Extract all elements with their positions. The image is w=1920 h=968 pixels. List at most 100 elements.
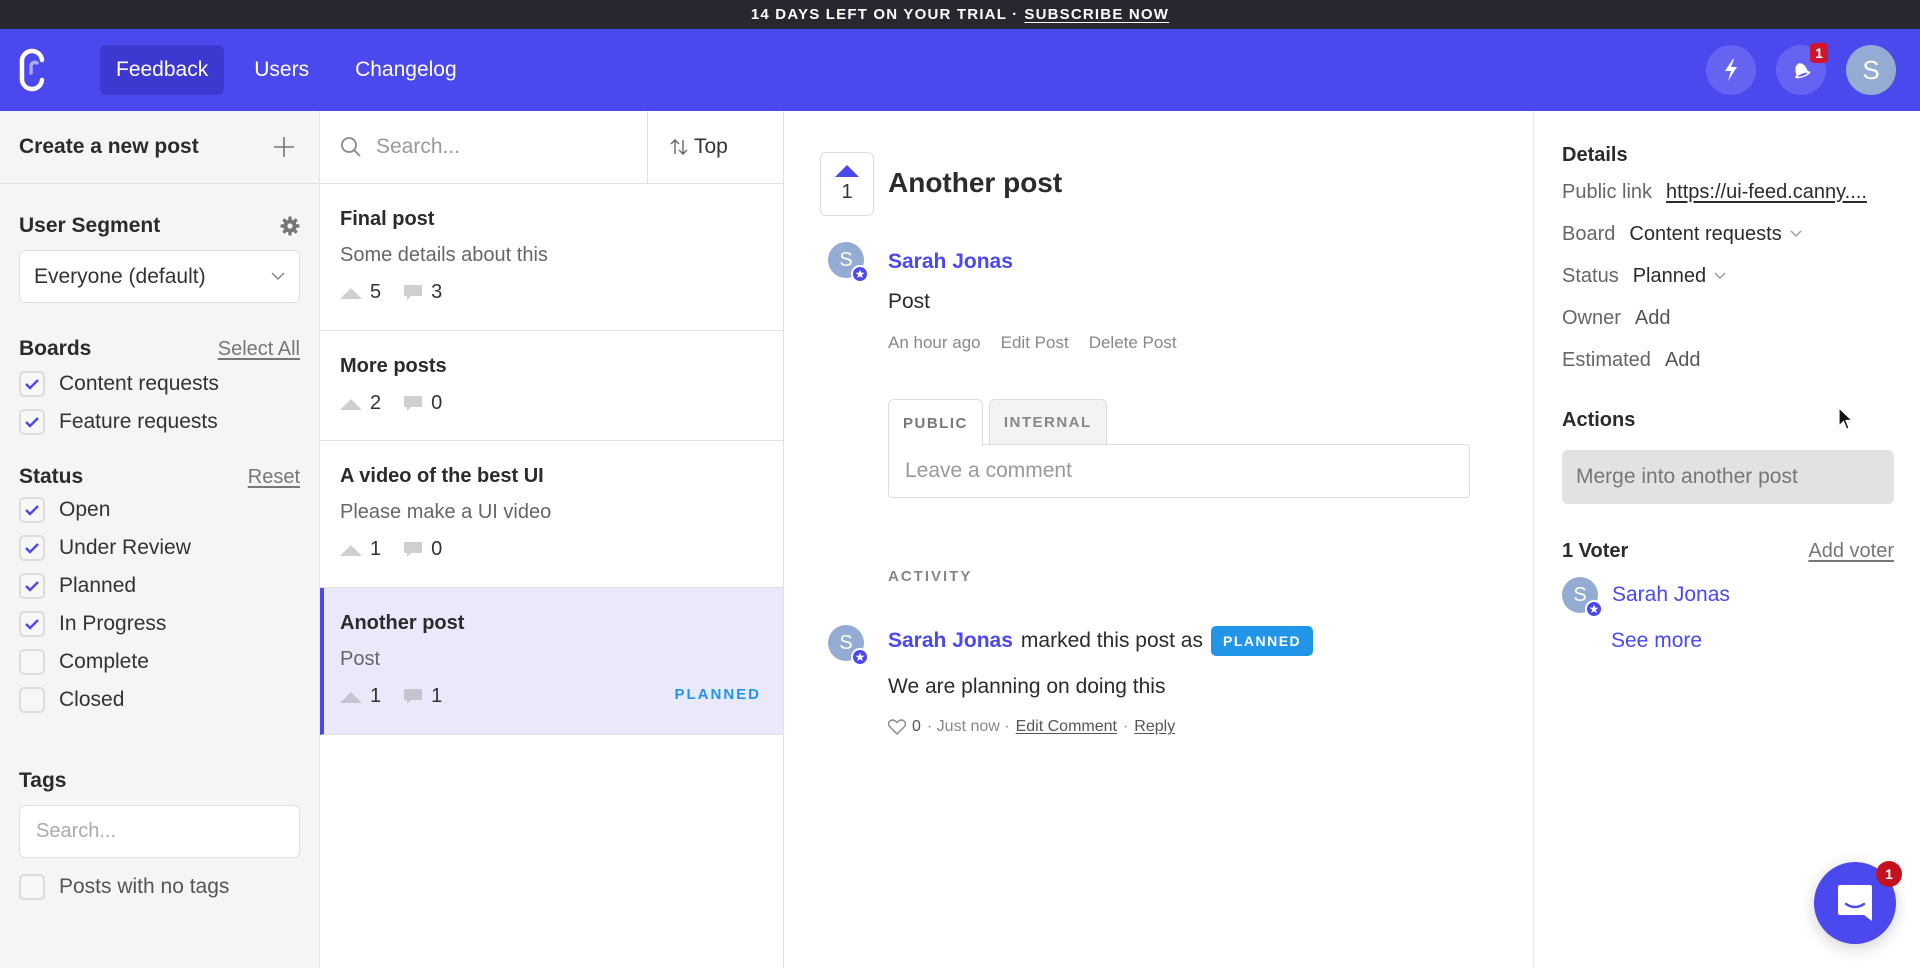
comment-count: 0 xyxy=(431,392,443,414)
public-link-label: Public link xyxy=(1562,180,1653,203)
board-filter-content-requests[interactable]: Content requests xyxy=(19,365,300,403)
checkmark-icon xyxy=(25,619,39,630)
edit-comment-link[interactable]: Edit Comment xyxy=(1016,718,1117,736)
post-author-name[interactable]: Sarah Jonas xyxy=(888,250,1013,274)
chevron-down-icon xyxy=(1790,230,1802,237)
select-all-link[interactable]: Select All xyxy=(218,338,300,361)
post-stats: 5 3 xyxy=(340,281,763,304)
chat-bubble-icon xyxy=(1838,885,1872,921)
create-post-button[interactable]: Create a new post xyxy=(0,111,319,184)
post-list-item-selected[interactable]: Another post Post 1 1 PLANNED xyxy=(320,588,783,735)
post-search-input[interactable] xyxy=(376,135,606,159)
post-body: Post xyxy=(888,290,931,313)
post-list-item[interactable]: A video of the best UI Please make a UI … xyxy=(320,441,783,588)
post-list-item[interactable]: Final post Some details about this 5 3 xyxy=(320,184,783,331)
gear-icon[interactable] xyxy=(280,216,300,236)
owner-row: Owner Add xyxy=(1562,297,1920,339)
activity-avatar-wrap: S xyxy=(828,625,869,666)
post-detail: 1 Another post S Sarah Jonas Post An hou… xyxy=(784,111,1534,968)
post-stats: 1 0 xyxy=(340,538,763,561)
vote-count: 2 xyxy=(370,392,382,414)
user-segment-select[interactable]: Everyone (default) xyxy=(19,250,300,303)
checkbox-checked[interactable] xyxy=(19,611,45,637)
tab-internal[interactable]: INTERNAL xyxy=(988,399,1107,445)
checkbox-checked[interactable] xyxy=(19,371,45,397)
status-filter-closed[interactable]: Closed xyxy=(19,681,300,719)
checkbox-unchecked[interactable] xyxy=(19,687,45,713)
activity-author-avatar[interactable]: S xyxy=(828,625,869,666)
checkbox-checked[interactable] xyxy=(19,573,45,599)
board-value: Content requests xyxy=(1629,222,1782,245)
reset-link[interactable]: Reset xyxy=(248,466,300,489)
public-link-row: Public link https://ui-feed.canny.... xyxy=(1562,171,1920,213)
edit-post-link[interactable]: Edit Post xyxy=(1001,333,1069,353)
avatar-initial: S xyxy=(839,248,853,271)
main-area: Create a new post User Segment Everyone … xyxy=(0,111,1920,968)
status-filter-in-progress[interactable]: In Progress xyxy=(19,605,300,643)
actions-title: Actions xyxy=(1562,409,1636,431)
tab-public[interactable]: PUBLIC xyxy=(888,399,983,446)
checkbox-unchecked[interactable] xyxy=(19,874,45,900)
comment-icon xyxy=(404,284,423,300)
comment-icon xyxy=(404,395,423,411)
status-filter-open[interactable]: Open xyxy=(19,491,300,529)
chat-launcher-button[interactable]: 1 xyxy=(1814,861,1902,944)
status-filter-planned[interactable]: Planned xyxy=(19,567,300,605)
tags-search-box xyxy=(19,805,300,858)
sort-dropdown[interactable]: Top xyxy=(648,111,783,183)
notification-badge: 1 xyxy=(1810,43,1828,63)
notifications-button[interactable]: 1 xyxy=(1776,43,1828,95)
comment-time: · Just now · xyxy=(926,718,1010,735)
canny-logo-icon[interactable] xyxy=(18,48,50,92)
heart-icon[interactable] xyxy=(888,719,906,735)
add-owner-button[interactable]: Add xyxy=(1635,307,1671,330)
activity-author-name[interactable]: Sarah Jonas xyxy=(888,629,1013,653)
status-label: Open xyxy=(59,498,111,521)
upvote-button[interactable]: 1 xyxy=(820,152,874,216)
vote-count: 1 xyxy=(370,685,382,707)
status-filter-complete[interactable]: Complete xyxy=(19,643,300,681)
admin-star-icon xyxy=(851,648,869,666)
post-list-item[interactable]: More posts 2 0 xyxy=(320,331,783,441)
voter-name[interactable]: Sarah Jonas xyxy=(1612,583,1730,607)
delete-post-link[interactable]: Delete Post xyxy=(1089,333,1177,353)
status-dropdown[interactable]: Planned xyxy=(1633,265,1726,288)
comment-icon xyxy=(404,541,423,557)
chevron-down-icon xyxy=(271,272,285,281)
author-avatar[interactable]: S xyxy=(828,242,869,283)
checkbox-checked[interactable] xyxy=(19,497,45,523)
mouse-cursor-icon xyxy=(1838,407,1854,430)
posts-with-no-tags-filter[interactable]: Posts with no tags xyxy=(19,868,300,906)
nav-feedback[interactable]: Feedback xyxy=(100,45,225,95)
checkmark-icon xyxy=(25,543,39,554)
lightning-button[interactable] xyxy=(1706,45,1756,95)
filter-sidebar: Create a new post User Segment Everyone … xyxy=(0,111,320,968)
voter-avatar[interactable]: S xyxy=(1562,577,1603,618)
sort-label: Top xyxy=(694,135,728,158)
comment-count: 1 xyxy=(431,685,443,707)
user-segment-section: User Segment Everyone (default) xyxy=(0,214,319,303)
post-title: Final post xyxy=(340,208,435,230)
add-voter-link[interactable]: Add voter xyxy=(1808,540,1894,563)
tags-title: Tags xyxy=(19,769,67,792)
post-title: More posts xyxy=(340,355,447,377)
user-avatar[interactable]: S xyxy=(1846,45,1896,95)
reply-link[interactable]: Reply xyxy=(1134,718,1175,736)
board-dropdown[interactable]: Content requests xyxy=(1629,222,1802,246)
comment-input[interactable] xyxy=(905,459,1453,483)
subscribe-now-link[interactable]: SUBSCRIBE NOW xyxy=(1024,6,1169,23)
status-filter-under-review[interactable]: Under Review xyxy=(19,529,300,567)
checkbox-checked[interactable] xyxy=(19,535,45,561)
public-link[interactable]: https://ui-feed.canny.... xyxy=(1666,181,1867,204)
checkbox-unchecked[interactable] xyxy=(19,649,45,675)
checkmark-icon xyxy=(25,505,39,516)
nav-changelog[interactable]: Changelog xyxy=(339,45,473,95)
board-filter-feature-requests[interactable]: Feature requests xyxy=(19,403,300,441)
see-more-voters-link[interactable]: See more xyxy=(1611,629,1920,653)
nav-users[interactable]: Users xyxy=(238,45,325,95)
tags-search-input[interactable] xyxy=(36,820,283,843)
admin-star-icon xyxy=(851,265,869,283)
checkbox-checked[interactable] xyxy=(19,409,45,435)
add-estimate-button[interactable]: Add xyxy=(1665,349,1701,372)
merge-post-button[interactable]: Merge into another post xyxy=(1562,450,1894,504)
